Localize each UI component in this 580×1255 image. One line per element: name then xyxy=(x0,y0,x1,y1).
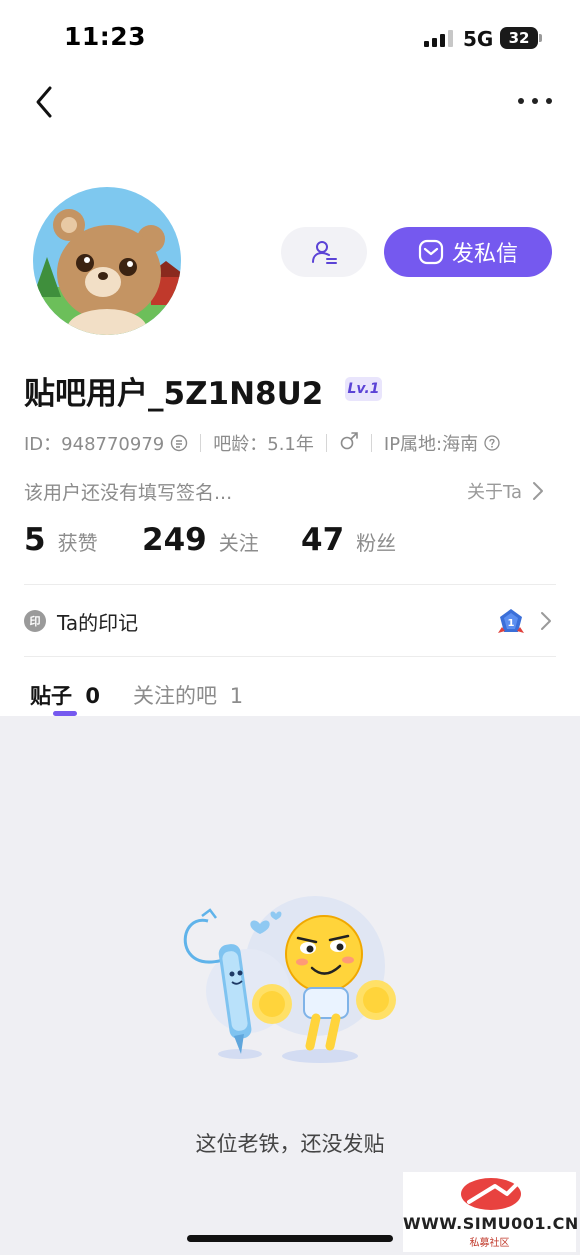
network-type: 5G xyxy=(463,27,494,51)
divider xyxy=(24,656,556,657)
username: 贴吧用户_5Z1N8U2 xyxy=(24,376,324,412)
message-icon xyxy=(418,239,444,265)
help-icon[interactable] xyxy=(484,435,500,451)
tab-followed-bars[interactable]: 关注的吧 1 xyxy=(133,680,243,710)
more-horizontal-icon xyxy=(518,98,552,104)
level-medal-icon: 1 xyxy=(498,608,524,638)
marks-label: Ta的印记 xyxy=(57,610,139,635)
battery-icon: 32 xyxy=(500,27,542,49)
profile-meta: ID：948770979 吧龄：5.1年 IP属地:海南 xyxy=(24,428,500,458)
tab-count: 0 xyxy=(85,684,100,708)
copy-icon[interactable] xyxy=(170,434,188,452)
watermark-subtext: 私募社区 xyxy=(469,1238,510,1249)
tab-posts[interactable]: 贴子 0 xyxy=(30,680,100,710)
empty-state-illustration xyxy=(180,896,400,1071)
ip-location: IP属地:海南 xyxy=(383,434,479,455)
about-link[interactable]: 关于Ta xyxy=(467,478,544,504)
stat-value: 249 xyxy=(142,522,207,558)
status-bar: 11:23 5G 32 xyxy=(0,0,580,78)
more-button[interactable] xyxy=(513,86,557,116)
level-badge[interactable]: Lv.1 xyxy=(345,377,382,401)
follow-button[interactable] xyxy=(281,227,367,277)
stat-label: 粉丝 xyxy=(356,531,397,555)
send-message-label: 发私信 xyxy=(451,242,518,267)
chevron-right-icon xyxy=(533,482,544,500)
stat-value: 5 xyxy=(24,522,46,558)
male-icon xyxy=(339,431,359,456)
chevron-left-icon xyxy=(36,86,52,118)
marks-row[interactable]: 印 Ta的印记 1 xyxy=(24,603,556,639)
bar-age: 吧龄：5.1年 xyxy=(213,434,314,455)
seal-icon: 印 xyxy=(24,610,46,632)
chevron-right-icon xyxy=(540,611,552,635)
tab-label: 贴子 xyxy=(30,684,72,708)
profile-tabs: 贴子 0 关注的吧 1 xyxy=(0,672,580,716)
back-button[interactable] xyxy=(28,82,64,122)
watermark-logo: WWW.SIMU001.CN 私募社区 xyxy=(403,1172,579,1252)
empty-state-message: 这位老铁，还没发贴 xyxy=(195,1132,385,1156)
tab-count: 1 xyxy=(229,684,244,708)
add-user-icon xyxy=(312,241,337,264)
stat-value: 47 xyxy=(301,522,345,558)
send-message-button[interactable]: 发私信 xyxy=(384,227,552,277)
stat-followers[interactable]: 47 粉丝 xyxy=(301,522,396,558)
meta-divider xyxy=(370,434,372,452)
profile-page: 11:23 5G 32 发私信 贴吧用户_5Z1N8U2 Lv.1 ID：948… xyxy=(0,0,580,1255)
user-bio: 该用户还没有填写签名... xyxy=(24,482,233,504)
tab-label: 关注的吧 xyxy=(133,684,217,708)
home-indicator[interactable] xyxy=(187,1235,393,1242)
meta-divider xyxy=(325,434,327,452)
stat-label: 获赞 xyxy=(57,531,98,555)
stat-likes[interactable]: 5 获赞 xyxy=(24,522,98,558)
about-link-label: 关于Ta xyxy=(467,482,523,503)
avatar[interactable] xyxy=(33,187,181,335)
posts-empty-state: 这位老铁，还没发贴 WWW.SIMU001.CN 私募社区 xyxy=(0,716,580,1255)
battery-level: 32 xyxy=(508,29,530,47)
signal-icon xyxy=(424,29,453,47)
stat-label: 关注 xyxy=(218,531,259,555)
status-time: 11:23 xyxy=(64,22,147,51)
watermark-emblem-icon xyxy=(461,1176,525,1210)
divider xyxy=(24,584,556,585)
user-id: ID：948770979 xyxy=(24,434,165,455)
meta-divider xyxy=(200,434,202,452)
bear-avatar-image xyxy=(33,187,181,335)
watermark-text: WWW.SIMU001.CN xyxy=(403,1214,579,1233)
stat-following[interactable]: 249 关注 xyxy=(142,522,259,558)
svg-text:1: 1 xyxy=(508,618,515,629)
